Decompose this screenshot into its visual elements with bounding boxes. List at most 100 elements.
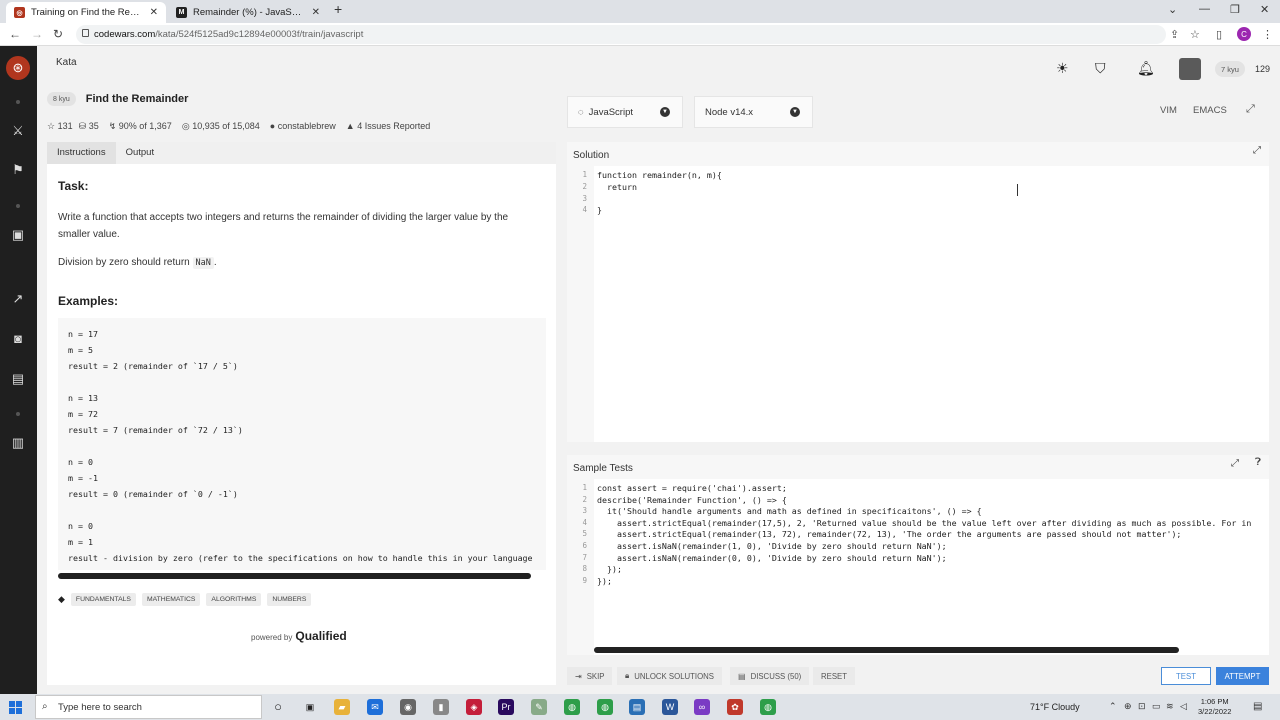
wifi-icon[interactable]: ≋ — [1166, 701, 1174, 712]
tray-app-icon[interactable]: ⊡ — [1138, 701, 1146, 712]
practice-icon[interactable]: ⚑ — [9, 161, 27, 179]
solution-editor[interactable]: 1 function remainder(n, m){2 return 3 4} — [567, 170, 1269, 440]
breadcrumb-kata[interactable]: Kata — [56, 57, 77, 68]
menu-kebab-icon[interactable]: ⋮ — [1262, 28, 1273, 41]
code-line: assert.strictEqual(remainder(13, 72), re… — [597, 529, 1182, 540]
codewars-logo-icon[interactable]: ⊛ — [6, 56, 30, 80]
back-icon[interactable]: ← — [9, 27, 21, 41]
close-window-icon[interactable]: ✕ — [1260, 3, 1269, 16]
tag-mathematics[interactable]: MATHEMATICS — [141, 593, 201, 606]
skip-button[interactable]: ⇥ SKIP — [567, 667, 613, 685]
battery-icon[interactable]: ▭ — [1152, 701, 1161, 712]
tab-output[interactable]: Output — [116, 142, 165, 164]
profile-avatar[interactable]: C — [1237, 27, 1251, 41]
vim-mode-button[interactable]: VIM — [1160, 105, 1177, 116]
app-icon[interactable]: ◈ — [466, 699, 482, 715]
test-button[interactable]: TEST — [1161, 667, 1211, 685]
app-icon[interactable]: ✿ — [727, 699, 743, 715]
app-icon[interactable]: ▮ — [433, 699, 449, 715]
word-icon[interactable]: W — [662, 699, 678, 715]
app-icon[interactable]: ✎ — [531, 699, 547, 715]
tag-numbers[interactable]: NUMBERS — [267, 593, 312, 606]
emacs-mode-button[interactable]: EMACS — [1193, 105, 1227, 116]
line-number: 4 — [582, 517, 587, 527]
stars-stat[interactable]: ☆ 131 — [47, 121, 73, 132]
tag-algorithms[interactable]: ALGORITHMS — [206, 593, 262, 606]
tray-chevron-icon[interactable]: ⌃ — [1109, 701, 1117, 712]
fullscreen-icon[interactable]: ⤢ — [1246, 103, 1255, 116]
cortana-icon[interactable]: ○ — [270, 699, 286, 715]
bookmark-star-icon[interactable]: ☆ — [1190, 28, 1200, 41]
tab-instructions[interactable]: Instructions — [47, 142, 116, 164]
qualified-logo[interactable]: Qualified — [295, 629, 346, 643]
help-icon[interactable]: ❓︎ — [1255, 457, 1261, 468]
minimize-icon[interactable]: — — [1199, 3, 1210, 15]
briefcase-icon[interactable]: ▣ — [9, 226, 27, 244]
reload-icon[interactable]: ↻ — [53, 27, 63, 41]
issues-stat[interactable]: ▲ 4 Issues Reported — [346, 121, 430, 132]
example-line: m = 5 — [68, 345, 93, 355]
close-tab-icon[interactable]: ✕ — [150, 7, 158, 18]
discuss-button[interactable]: ▤ DISCUSS (50) — [730, 667, 810, 685]
mail-icon[interactable]: ✉ — [367, 699, 383, 715]
app-icon[interactable]: ▤ — [629, 699, 645, 715]
docs-book-icon[interactable]: ▥ — [9, 434, 27, 452]
premiere-icon[interactable]: Pr — [498, 699, 514, 715]
code-line: return — [597, 181, 642, 192]
training-icon[interactable]: ⚔ — [9, 122, 27, 140]
mdn-favicon-icon: M — [176, 7, 187, 18]
reset-button[interactable]: RESET — [813, 667, 855, 685]
language-select[interactable]: ◌ JavaScript ▼ — [567, 96, 683, 128]
side-panel-icon[interactable]: ▯ — [1216, 28, 1222, 41]
url-input[interactable]: codewars.com/kata/524f5125ad9c12894e0000… — [76, 25, 1166, 44]
tab-search-icon[interactable]: ⌄ — [1168, 3, 1177, 16]
discord-icon[interactable]: ◙ — [9, 330, 27, 348]
tag-fundamentals[interactable]: FUNDAMENTALS — [70, 593, 136, 606]
visual-studio-icon[interactable]: ∞ — [694, 699, 710, 715]
maximize-icon[interactable]: ❐ — [1230, 3, 1240, 16]
author-stat[interactable]: ● constablebrew — [270, 121, 336, 132]
examples-scrollbar[interactable] — [58, 573, 531, 579]
theme-sun-icon[interactable]: ☀ — [1056, 60, 1069, 77]
user-icon: ● — [269, 121, 276, 131]
chevron-down-icon: ▼ — [660, 107, 670, 117]
taskbar-clock[interactable]: 1:06 PM 3/22/2022 — [1198, 697, 1231, 717]
instructions-tabs: Instructions Output — [47, 142, 556, 164]
bookmark-icon[interactable]: ⛉ — [1095, 60, 1106, 77]
notifications-bell-icon[interactable]: 🔔︎ — [1137, 60, 1155, 77]
expand-icon[interactable]: ⤢ — [1231, 458, 1239, 469]
kata-stats: ☆ 131 ⛁ 35 ↯ 90% of 1,367 ◎ 10,935 of 15… — [47, 121, 430, 132]
collections-stat[interactable]: ⛁ 35 — [79, 121, 99, 132]
camera-icon[interactable]: ◉ — [400, 699, 416, 715]
forward-icon[interactable]: → — [31, 27, 43, 41]
kata-title-row: 8 kyu Find the Remainder — [47, 92, 188, 106]
close-tab-icon[interactable]: ✕ — [312, 7, 320, 18]
code-line: assert.isNaN(remainder(0, 0), 'Divide by… — [597, 552, 947, 563]
notification-center-icon[interactable]: ▤ — [1253, 701, 1262, 712]
sample-tests-editor[interactable]: 1 const assert = require('chai').assert; 2… — [567, 483, 1269, 643]
user-avatar[interactable] — [1179, 58, 1201, 80]
new-tab-icon[interactable]: + — [334, 1, 342, 17]
attempt-button[interactable]: ATTEMPT — [1216, 667, 1269, 685]
tests-scrollbar[interactable] — [594, 647, 1179, 653]
sidebar-dot — [16, 412, 20, 416]
chrome-icon[interactable]: ◍ — [760, 699, 776, 715]
windows-start-icon[interactable] — [9, 701, 22, 714]
powered-by: powered by Qualified — [251, 629, 347, 643]
chrome-icon[interactable]: ◍ — [564, 699, 580, 715]
taskbar-search-input[interactable]: ⌕ Type here to search — [35, 695, 262, 719]
browser-tab-codewars[interactable]: ◎ Training on Find the Remainder | ✕ — [6, 2, 166, 23]
expand-icon[interactable]: ⤢ — [1253, 145, 1261, 156]
runtime-select[interactable]: Node v14.x ▼ — [694, 96, 813, 128]
chrome-icon[interactable]: ◍ — [597, 699, 613, 715]
volume-icon[interactable]: ◁ — [1180, 701, 1187, 712]
task-view-icon[interactable]: ▣ — [302, 699, 318, 715]
tray-app-icon[interactable]: ⊕ — [1124, 701, 1132, 712]
file-explorer-icon[interactable]: ▰ — [334, 699, 350, 715]
share-icon[interactable]: ⇪ — [1170, 28, 1179, 41]
chat-icon[interactable]: ▤ — [9, 370, 27, 388]
leaderboard-icon[interactable]: ↗ — [9, 290, 27, 308]
weather-widget[interactable]: 71°F Cloudy — [1030, 702, 1080, 712]
browser-tab-mdn[interactable]: M Remainder (%) - JavaScript | MD ✕ — [168, 2, 328, 23]
unlock-solutions-button[interactable]: 🔒︎ UNLOCK SOLUTIONS — [617, 667, 722, 685]
